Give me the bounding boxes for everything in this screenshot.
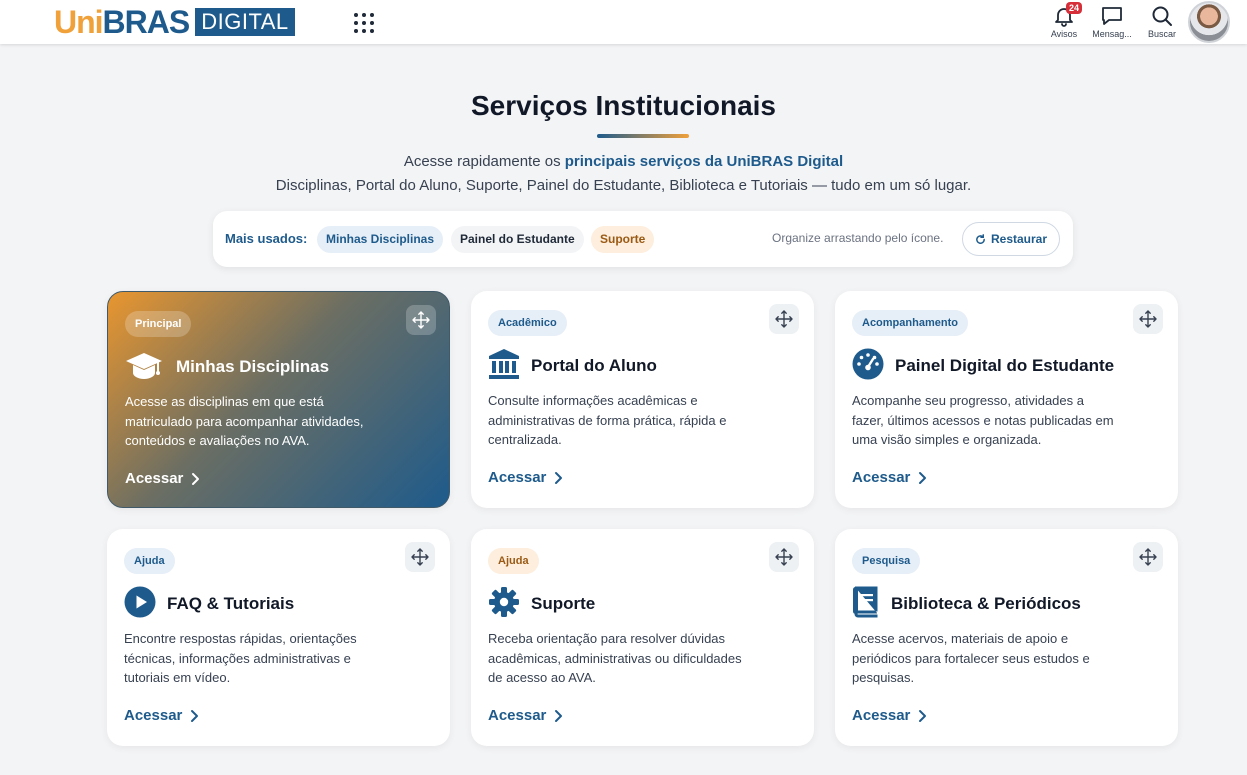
mensagens-label: Mensag... — [1092, 29, 1132, 39]
institution-icon — [489, 349, 519, 379]
chevron-right-icon — [919, 709, 927, 722]
card-portal-do-aluno[interactable]: Acadêmico Portal do Aluno Consulte infor… — [471, 291, 814, 508]
acessar-link[interactable]: Acessar — [852, 469, 927, 486]
intro-prefix: Acesse rapidamente os — [403, 153, 565, 170]
card-title: FAQ & Tutoriais — [167, 594, 295, 613]
restaurar-button[interactable]: Restaurar — [962, 222, 1060, 256]
logo-bras-text: BRAS — [102, 4, 191, 40]
organize-hint: Organize arrastando pelo ícone. — [772, 231, 944, 245]
card-title: Minhas Disciplinas — [176, 357, 330, 376]
card-tag: Acompanhamento — [852, 310, 968, 336]
acessar-label: Acessar — [488, 707, 547, 724]
card-painel-digital[interactable]: Acompanhamento Painel Digital do Estudan… — [835, 291, 1178, 508]
page-title: Serviços Institucionais — [471, 90, 776, 121]
logo-digital-text: DIGITAL — [195, 8, 295, 36]
acessar-label: Acessar — [488, 469, 547, 486]
top-bar: Uni BRAS DIGITAL 24 Avisos Mensag... Bus… — [0, 0, 1247, 44]
acessar-link[interactable]: Acessar — [125, 470, 200, 487]
drag-handle-icon[interactable] — [769, 542, 799, 572]
acessar-label: Acessar — [852, 707, 911, 724]
card-description: Acesse acervos, materiais de apoio e per… — [852, 631, 1090, 685]
drag-handle-icon[interactable] — [1133, 304, 1163, 334]
chip-minhas-disciplinas[interactable]: Minhas Disciplinas — [317, 226, 444, 253]
acessar-link[interactable]: Acessar — [488, 469, 563, 486]
buscar-label: Buscar — [1147, 29, 1176, 39]
gauge-icon — [852, 348, 884, 380]
intro-subtext: Disciplinas, Portal do Aluno, Suporte, P… — [275, 177, 972, 194]
card-title: Biblioteca & Periódicos — [891, 594, 1081, 613]
acessar-link[interactable]: Acessar — [124, 707, 199, 724]
acessar-link[interactable]: Acessar — [488, 707, 563, 724]
card-description: Consulte informações acadêmicas e admini… — [488, 393, 727, 447]
logo-uni-text: Uni — [54, 4, 104, 40]
card-tag: Principal — [125, 311, 192, 337]
refresh-icon — [976, 233, 985, 244]
chevron-right-icon — [192, 472, 200, 485]
card-description: Receba orientação para resolver dúvidas … — [488, 631, 742, 685]
avisos-label: Avisos — [1050, 29, 1078, 39]
drag-handle-icon[interactable] — [1133, 542, 1163, 572]
chevron-right-icon — [555, 709, 563, 722]
grid-dots-icon[interactable] — [352, 11, 376, 35]
card-tag: Ajuda — [124, 548, 175, 574]
chip-painel-estudante[interactable]: Painel do Estudante — [451, 226, 584, 253]
card-suporte[interactable]: Ajuda Suporte Receba orientação para res… — [471, 529, 814, 746]
card-tag: Pesquisa — [852, 548, 921, 574]
chip-suporte[interactable]: Suporte — [591, 226, 655, 253]
card-title: Portal do Aluno — [531, 356, 657, 375]
gear-icon — [489, 587, 519, 617]
restaurar-label: Restaurar — [990, 232, 1048, 246]
title-underline — [597, 134, 689, 138]
card-description: Acompanhe seu progresso, atividades a fa… — [852, 393, 1114, 447]
chevron-right-icon — [919, 471, 927, 484]
card-title: Painel Digital do Estudante — [895, 356, 1115, 375]
graduation-cap-icon — [126, 353, 162, 379]
book-icon — [853, 586, 878, 618]
drag-handle-icon[interactable] — [406, 305, 436, 335]
card-title: Suporte — [531, 594, 596, 613]
card-tag: Ajuda — [488, 548, 539, 574]
play-circle-icon — [124, 586, 156, 618]
drag-handle-icon[interactable] — [405, 542, 435, 572]
intro-highlight: principais serviços da UniBRAS Digital — [564, 153, 844, 170]
acessar-label: Acessar — [124, 707, 183, 724]
drag-handle-icon[interactable] — [769, 304, 799, 334]
notification-count-badge: 24 — [1066, 2, 1083, 14]
unibras-logo[interactable]: Uni BRAS DIGITAL — [54, 6, 295, 38]
chat-icon — [1102, 7, 1122, 25]
mais-usados-bar: Mais usados: Minhas Disciplinas Painel d… — [213, 211, 1073, 267]
card-tag: Acadêmico — [488, 310, 567, 336]
acessar-link[interactable]: Acessar — [852, 707, 927, 724]
avatar[interactable] — [1188, 1, 1230, 43]
intro-text: Acesse rapidamente os principais serviço… — [0, 153, 1247, 170]
card-description: Acesse as disciplinas em que está matric… — [125, 394, 364, 448]
card-faq-tutoriais[interactable]: Ajuda FAQ & Tutoriais Encontre respostas… — [107, 529, 450, 746]
card-minhas-disciplinas[interactable]: Principal Minhas Disciplinas Acesse as d… — [107, 291, 450, 508]
chevron-right-icon — [555, 471, 563, 484]
card-biblioteca[interactable]: Pesquisa Biblioteca & Periódicos Acesse … — [835, 529, 1178, 746]
acessar-label: Acessar — [125, 470, 184, 487]
mensagens-button[interactable]: Mensag... — [1090, 2, 1134, 42]
mais-usados-label: Mais usados: — [225, 231, 308, 246]
avisos-button[interactable]: 24 Avisos — [1042, 2, 1086, 42]
acessar-label: Acessar — [852, 469, 911, 486]
search-icon — [1152, 6, 1172, 26]
card-description: Encontre respostas rápidas, orientações … — [124, 631, 357, 685]
buscar-button[interactable]: Buscar — [1140, 2, 1184, 42]
chevron-right-icon — [191, 709, 199, 722]
